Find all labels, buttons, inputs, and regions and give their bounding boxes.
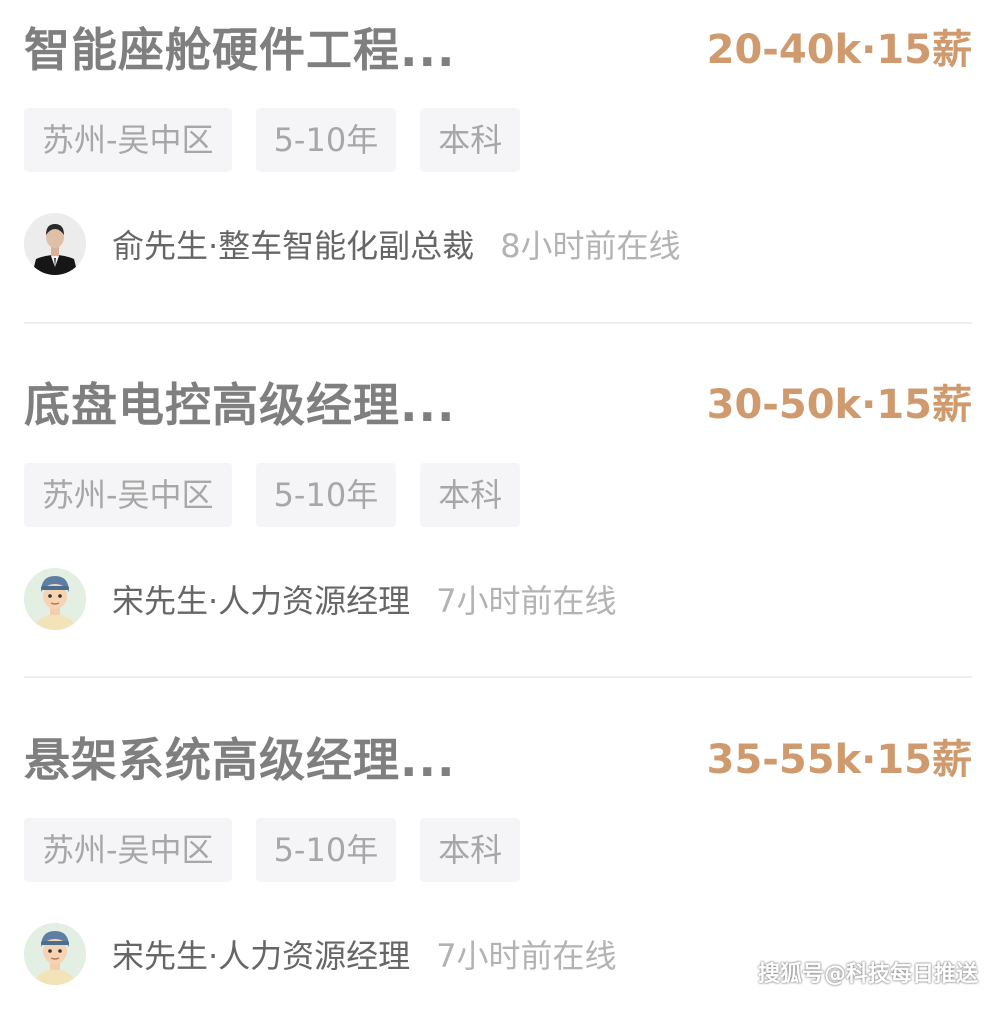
avatar[interactable]: [24, 213, 86, 275]
recruiter-name: 宋先生·人力资源经理: [112, 937, 411, 975]
recruiter-info[interactable]: 俞先生·整车智能化副总裁 8小时前在线: [24, 212, 681, 276]
job-salary: 35-55k·15薪: [706, 737, 972, 783]
tag-experience: 5-10年: [255, 818, 397, 882]
tag-experience: 5-10年: [255, 463, 397, 527]
online-status: 7小时前在线: [436, 937, 617, 975]
divider: [24, 322, 972, 324]
online-status: 7小时前在线: [436, 582, 617, 620]
businessman-photo-avatar-icon: [24, 213, 86, 275]
tag-experience: 5-10年: [255, 108, 397, 172]
job-tags: 苏州-吴中区 5-10年 本科: [24, 108, 521, 172]
recruiter-info[interactable]: 宋先生·人力资源经理 7小时前在线: [24, 567, 617, 631]
job-tags: 苏州-吴中区 5-10年 本科: [24, 818, 521, 882]
job-title[interactable]: 悬架系统高级经理...: [24, 730, 455, 790]
tag-education: 本科: [420, 818, 521, 882]
tag-education: 本科: [420, 108, 521, 172]
tag-education: 本科: [420, 463, 521, 527]
job-tags: 苏州-吴中区 5-10年 本科: [24, 463, 521, 527]
recruiter-info[interactable]: 宋先生·人力资源经理 7小时前在线: [24, 922, 617, 986]
cartoon-man-avatar-icon: [24, 568, 86, 630]
recruiter-name: 俞先生·整车智能化副总裁: [112, 227, 475, 265]
avatar[interactable]: [24, 923, 86, 985]
job-title[interactable]: 底盘电控高级经理...: [24, 375, 455, 435]
job-card[interactable]: 底盘电控高级经理... 30-50k·15薪 苏州-吴中区 5-10年 本科 宋…: [24, 355, 972, 655]
recruiter-name: 宋先生·人力资源经理: [112, 582, 411, 620]
avatar[interactable]: [24, 568, 86, 630]
online-status: 8小时前在线: [500, 227, 681, 265]
job-salary: 30-50k·15薪: [706, 382, 972, 428]
tag-location: 苏州-吴中区: [24, 818, 232, 882]
cartoon-man-avatar-icon: [24, 923, 86, 985]
watermark: 搜狐号@科技每日推送: [757, 962, 978, 987]
job-salary: 20-40k·15薪: [706, 27, 972, 73]
job-card[interactable]: 智能座舱硬件工程... 20-40k·15薪 苏州-吴中区 5-10年 本科 俞…: [24, 0, 972, 300]
job-list: 智能座舱硬件工程... 20-40k·15薪 苏州-吴中区 5-10年 本科 俞…: [0, 0, 1000, 995]
tag-location: 苏州-吴中区: [24, 108, 232, 172]
divider: [24, 676, 972, 678]
tag-location: 苏州-吴中区: [24, 463, 232, 527]
job-title[interactable]: 智能座舱硬件工程...: [24, 20, 455, 80]
